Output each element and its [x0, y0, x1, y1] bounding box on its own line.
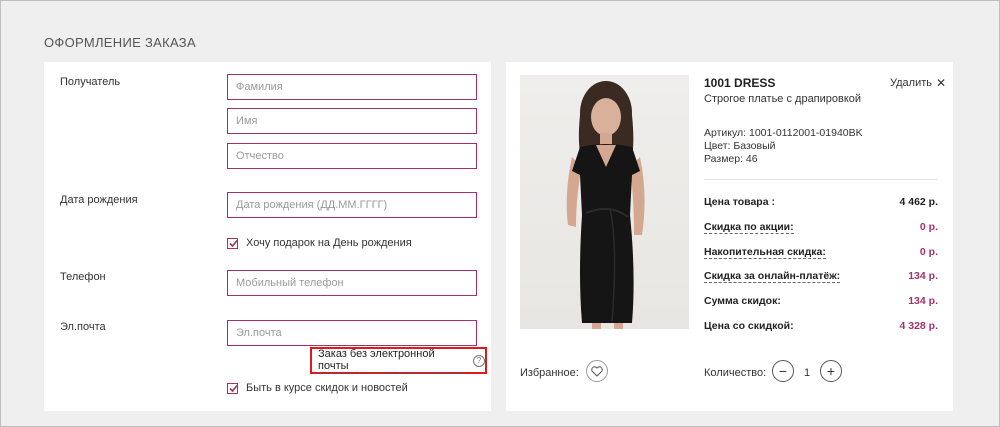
page-title: ОФОРМЛЕНИЕ ЗАКАЗА	[44, 35, 196, 50]
online-discount-value: 134 р.	[908, 270, 938, 282]
product-sku: Артикул: 1001-0112001-01940BK	[704, 127, 863, 139]
newsletter-label: Быть в курсе скидок и новостей	[246, 382, 408, 394]
cumulative-discount-row: Накопительная скидка: 0 р.	[704, 246, 938, 259]
dress-model-image	[566, 81, 645, 329]
no-email-order-link[interactable]: Заказ без электронной почты	[318, 348, 469, 373]
product-size: Размер: 46	[704, 153, 758, 165]
remove-item-button[interactable]: Удалить ✕	[890, 76, 946, 90]
birthday-gift-option[interactable]: Хочу подарок на День рождения	[227, 237, 412, 249]
plus-icon: +	[826, 363, 836, 379]
first-name-input[interactable]	[227, 108, 477, 134]
newsletter-checkbox[interactable]	[227, 382, 238, 394]
online-discount-label[interactable]: Скидка за онлайн-платёж:	[704, 270, 841, 283]
promo-discount-label[interactable]: Скидка по акции:	[704, 221, 794, 234]
total-discount-label: Сумма скидок:	[704, 295, 781, 307]
minus-icon: −	[778, 363, 788, 379]
newsletter-option[interactable]: Быть в курсе скидок и новостей	[227, 382, 408, 394]
favorites-label: Избранное:	[520, 367, 579, 379]
email-label: Эл.почта	[60, 321, 106, 333]
online-discount-row: Скидка за онлайн-платёж: 134 р.	[704, 270, 938, 283]
product-summary-panel: 1001 DRESS Строгое платье с драпировкой …	[506, 62, 953, 411]
last-name-input[interactable]	[227, 74, 477, 100]
product-photo[interactable]	[520, 75, 689, 329]
price-value: 4 462 р.	[899, 196, 938, 208]
recipient-label: Получатель	[60, 76, 121, 88]
price-row: Цена товара : 4 462 р.	[704, 196, 938, 208]
email-input[interactable]	[227, 320, 477, 346]
close-icon: ✕	[936, 76, 947, 90]
birthdate-input[interactable]	[227, 192, 477, 218]
final-price-label: Цена со скидкой:	[704, 320, 794, 332]
patronymic-input[interactable]	[227, 143, 477, 169]
product-brand: 1001 DRESS	[704, 76, 776, 90]
add-to-favorites-button[interactable]	[586, 360, 608, 382]
final-price-value: 4 328 р.	[899, 320, 938, 332]
remove-label: Удалить	[890, 77, 932, 89]
birthdate-label: Дата рождения	[60, 194, 138, 206]
increase-quantity-button[interactable]: +	[820, 360, 842, 382]
product-color: Цвет: Базовый	[704, 140, 776, 152]
heart-icon	[591, 365, 603, 377]
birthday-gift-label: Хочу подарок на День рождения	[246, 237, 412, 249]
help-icon[interactable]: ?	[473, 354, 485, 367]
birthday-gift-checkbox[interactable]	[227, 237, 238, 249]
recipient-form-panel: Получатель Дата рождения Хочу подарок на…	[44, 62, 491, 411]
cumulative-discount-label[interactable]: Накопительная скидка:	[704, 246, 826, 259]
cumulative-discount-value: 0 р.	[919, 246, 938, 258]
phone-input[interactable]	[227, 270, 477, 296]
quantity-value: 1	[804, 367, 811, 379]
checkmark-icon	[229, 384, 238, 392]
promo-discount-row: Скидка по акции: 0 р.	[704, 221, 938, 234]
total-discount-value: 134 р.	[908, 295, 938, 307]
product-description: Строгое платье с драпировкой	[704, 93, 862, 105]
price-label: Цена товара :	[704, 196, 775, 208]
total-discount-row: Сумма скидок: 134 р.	[704, 295, 938, 307]
divider	[704, 179, 938, 180]
quantity-label: Количество:	[704, 367, 767, 379]
phone-label: Телефон	[60, 271, 106, 283]
no-email-order-highlight: Заказ без электронной почты ?	[310, 347, 487, 374]
promo-discount-value: 0 р.	[919, 221, 938, 233]
final-price-row: Цена со скидкой: 4 328 р.	[704, 320, 938, 332]
decrease-quantity-button[interactable]: −	[772, 360, 794, 382]
checkmark-icon	[229, 239, 238, 247]
